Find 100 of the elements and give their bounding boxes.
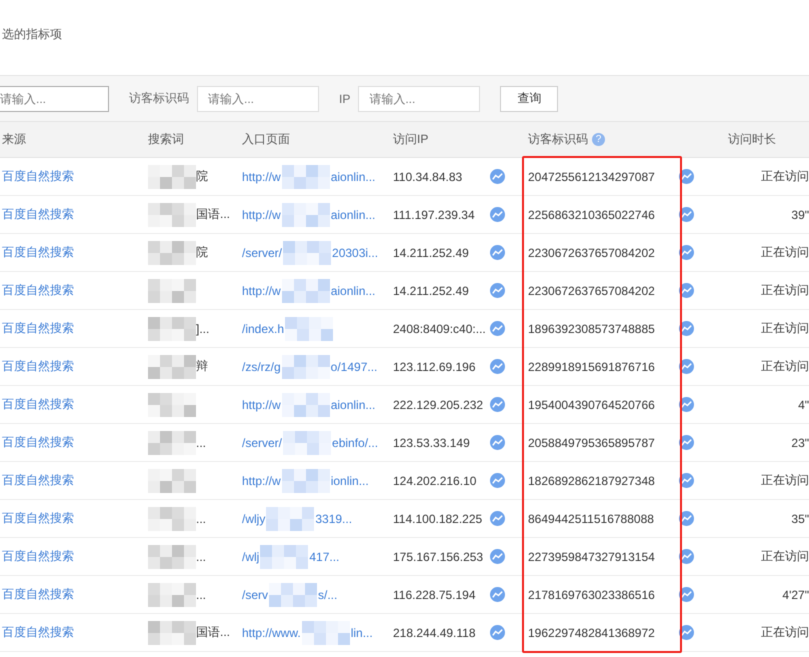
entry-page-link[interactable]: /server/ [242, 246, 282, 260]
search-term: 国语... [196, 206, 230, 223]
source-link[interactable]: 百度自然搜索 [2, 587, 74, 601]
redaction-mosaic [148, 392, 196, 416]
redaction-mosaic [148, 544, 196, 568]
entry-page-link[interactable]: http://w [242, 398, 281, 412]
visitor-id: 1826892862187927348 [527, 474, 656, 488]
redaction-mosaic [302, 620, 350, 644]
entry-page-link[interactable]: /wlj [242, 550, 260, 564]
redaction-mosaic [285, 316, 334, 340]
source-link[interactable]: 百度自然搜索 [2, 207, 74, 221]
visitor-id: 1896392308573748885 [527, 322, 656, 336]
entry-page-link[interactable]: aionlin... [330, 170, 376, 184]
visit-duration: 39" [791, 208, 809, 222]
entry-page-link[interactable]: ebinfo/... [332, 436, 378, 450]
source-link[interactable]: 百度自然搜索 [2, 435, 74, 449]
trend-icon[interactable] [490, 625, 505, 640]
redaction-mosaic [282, 278, 330, 302]
ip-address: 123.53.33.149 [393, 436, 471, 450]
field-label: 访客标识码 [129, 90, 189, 107]
entry-page-link[interactable]: aionlin... [330, 398, 376, 412]
entry-page-link[interactable]: /wljy [242, 512, 266, 526]
column-header: 访问时长 [728, 131, 777, 148]
entry-page-link[interactable]: lin... [350, 626, 373, 640]
entry-page-link[interactable]: /server/ [242, 436, 282, 450]
entry-page-link[interactable]: /index.h [242, 322, 284, 336]
entry-page-link[interactable]: http://w [242, 208, 281, 222]
entry-page-link[interactable]: s/... [318, 588, 338, 602]
source-link[interactable]: 百度自然搜索 [2, 245, 74, 259]
visit-duration: 正在访问 [761, 548, 809, 565]
trend-icon[interactable] [679, 359, 694, 374]
redaction-mosaic [148, 582, 196, 606]
trend-icon[interactable] [490, 207, 505, 222]
source-link[interactable]: 百度自然搜索 [2, 359, 74, 373]
trend-icon[interactable] [490, 321, 505, 336]
visit-duration: 4'27" [782, 588, 809, 602]
source-link[interactable]: 百度自然搜索 [2, 625, 74, 639]
visitor-id: 1962297482841368972 [527, 626, 656, 640]
trend-icon[interactable] [490, 435, 505, 450]
trend-icon[interactable] [679, 207, 694, 222]
trend-icon[interactable] [679, 397, 694, 412]
entry-page-link[interactable]: 3319... [315, 512, 352, 526]
entry-page-link[interactable]: aionlin... [330, 208, 376, 222]
query-button[interactable]: 查询 [500, 86, 558, 112]
trend-icon[interactable] [490, 359, 505, 374]
source-link[interactable]: 百度自然搜索 [2, 511, 74, 525]
entry-page-link[interactable]: /serv [242, 588, 268, 602]
source-link[interactable]: 百度自然搜索 [2, 397, 74, 411]
source-link[interactable]: 百度自然搜索 [2, 473, 74, 487]
visitor-id: 2256863210365022746 [527, 208, 656, 222]
trend-icon[interactable] [490, 245, 505, 260]
trend-icon[interactable] [490, 511, 505, 526]
source-link[interactable]: 百度自然搜索 [2, 321, 74, 335]
entry-page-link[interactable]: o/1497... [330, 360, 378, 374]
trend-icon[interactable] [679, 587, 694, 602]
trend-icon[interactable] [490, 473, 505, 488]
ip-address: 14.211.252.49 [393, 246, 470, 260]
search-term: 院 [196, 168, 208, 185]
trend-icon[interactable] [679, 473, 694, 488]
trend-icon[interactable] [679, 549, 694, 564]
redaction-mosaic [148, 430, 196, 454]
trend-icon[interactable] [490, 397, 505, 412]
trend-icon[interactable] [679, 625, 694, 640]
source-link[interactable]: 百度自然搜索 [2, 169, 74, 183]
entry-page-link[interactable]: 417... [309, 550, 340, 564]
trend-icon[interactable] [490, 169, 505, 184]
input-field[interactable]: 请输入... [0, 86, 109, 112]
source-link[interactable]: 百度自然搜索 [2, 549, 74, 563]
trend-icon[interactable] [490, 549, 505, 564]
visitor-id: 2230672637657084202 [527, 284, 656, 298]
trend-icon[interactable] [679, 245, 694, 260]
entry-page-link[interactable]: aionlin... [330, 284, 376, 298]
redaction-mosaic [266, 506, 314, 530]
redaction-mosaic [269, 582, 318, 606]
ip-address: 222.129.205.232 [393, 398, 484, 412]
entry-page-link[interactable]: http://w [242, 284, 281, 298]
trend-icon[interactable] [679, 511, 694, 526]
visit-duration: 35" [791, 512, 809, 526]
trend-icon[interactable] [679, 321, 694, 336]
search-term: 国语... [196, 624, 230, 641]
trend-icon[interactable] [490, 587, 505, 602]
entry-page-link[interactable]: ionlin... [330, 474, 369, 488]
visitor-id: 2178169763023386516 [527, 588, 656, 602]
trend-icon[interactable] [679, 435, 694, 450]
redaction-mosaic [283, 430, 332, 454]
redaction-mosaic [282, 202, 330, 226]
trend-icon[interactable] [679, 169, 694, 184]
entry-page-link[interactable]: http://w [242, 474, 281, 488]
visitor-id: 2289918915691876716 [527, 360, 656, 374]
entry-page-link[interactable]: http://w [242, 170, 281, 184]
visitor-id: 8649442511516788088 [527, 512, 655, 526]
entry-page-link[interactable]: http://www. [242, 626, 301, 640]
trend-icon[interactable] [679, 283, 694, 298]
entry-page-link[interactable]: /zs/rz/g [242, 360, 281, 374]
redaction-mosaic [283, 240, 332, 264]
entry-page-link[interactable]: 20303i... [332, 246, 378, 260]
visitor-id: 2230672637657084202 [527, 246, 656, 260]
source-link[interactable]: 百度自然搜索 [2, 283, 74, 297]
search-term: ... [196, 436, 206, 450]
trend-icon[interactable] [490, 283, 505, 298]
